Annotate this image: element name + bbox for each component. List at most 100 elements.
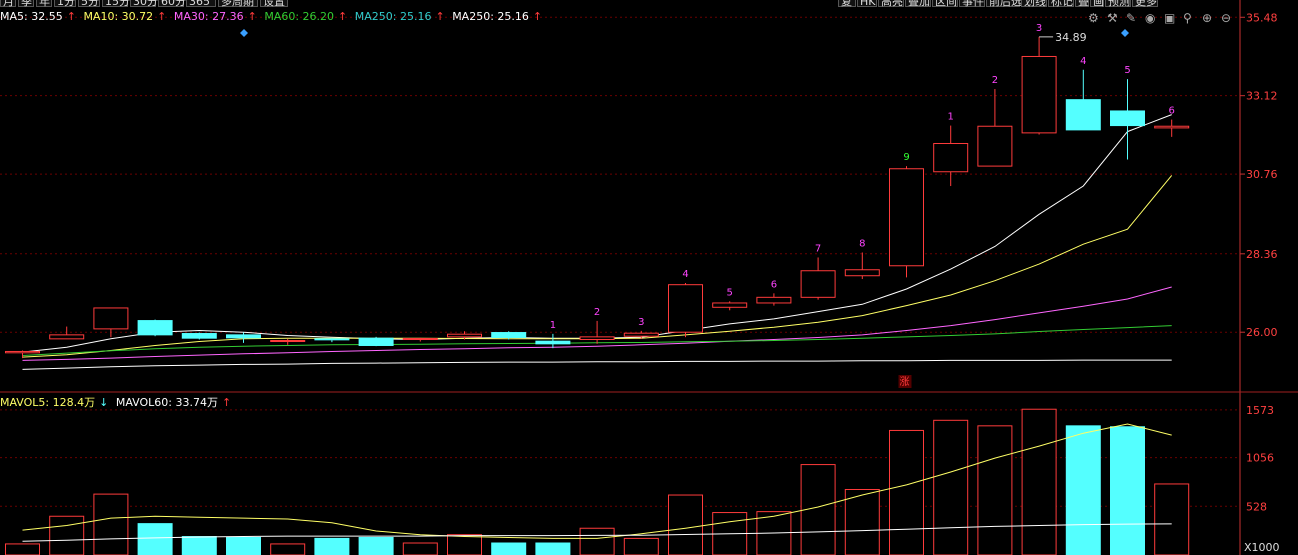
eye-icon[interactable]: ◉ bbox=[1145, 11, 1155, 25]
ma250a-legend: MA250: 25.16 ↑ bbox=[355, 10, 445, 23]
ma250-line bbox=[22, 359, 1172, 370]
candle-up bbox=[889, 168, 924, 267]
candle-down bbox=[314, 338, 350, 341]
bag-icon[interactable]: ▣ bbox=[1164, 11, 1175, 25]
tool-icon[interactable]: ⚒ bbox=[1107, 11, 1118, 25]
candle-up bbox=[402, 338, 438, 341]
candle-up bbox=[579, 336, 615, 341]
event-marker bbox=[1121, 29, 1129, 37]
candle-up bbox=[844, 269, 880, 277]
high-mark-label: 34.89 bbox=[1055, 31, 1087, 44]
ma10-legend: MA10: 30.72 ↑ bbox=[83, 10, 166, 23]
ma10-arrow: ↑ bbox=[157, 10, 167, 23]
volume-bar bbox=[402, 542, 438, 555]
ma5-legend: MA5: 32.55 ↑ bbox=[0, 10, 76, 23]
count-label: 6 bbox=[1169, 106, 1175, 117]
candle-down bbox=[358, 337, 394, 346]
mavol60-legend: MAVOL60: 33.74万 ↑ bbox=[116, 396, 231, 409]
event-marker bbox=[240, 29, 248, 37]
count-label: 2 bbox=[594, 307, 600, 318]
candle-up bbox=[49, 334, 85, 340]
ma10-value: MA10: 30.72 bbox=[83, 10, 154, 23]
volume-bar bbox=[270, 543, 306, 555]
candle-down bbox=[137, 320, 173, 336]
volume-bar bbox=[447, 534, 482, 555]
volume-ma-legend: MAVOL5: 128.4万 ↓ MAVOL60: 33.74万 ↑ bbox=[0, 394, 235, 410]
price-tick-label: 35.48 bbox=[1246, 11, 1278, 24]
ma30-arrow: ↑ bbox=[247, 10, 257, 23]
candle-up bbox=[5, 350, 40, 354]
mavol5-legend: MAVOL5: 128.4万 ↓ bbox=[0, 396, 108, 409]
volume-bar bbox=[668, 494, 703, 555]
ma5-value: MA5: 32.55 bbox=[0, 10, 63, 23]
volume-bars bbox=[5, 408, 1190, 555]
volume-bar bbox=[314, 537, 350, 555]
volume-tick-label: 1573 bbox=[1246, 404, 1274, 417]
plus-icon[interactable]: ⊕ bbox=[1202, 11, 1212, 25]
count-label: 7 bbox=[815, 243, 821, 254]
volume-bar bbox=[933, 419, 969, 555]
pen-icon[interactable]: ✎ bbox=[1126, 11, 1136, 25]
price-tick-label: 30.76 bbox=[1246, 168, 1278, 181]
count-label: 1 bbox=[948, 112, 954, 123]
volume-tick-label: 528 bbox=[1246, 500, 1267, 513]
ma250b-value: MA250: 25.16 bbox=[452, 10, 529, 23]
volume-bar bbox=[491, 542, 527, 555]
volume-bar bbox=[535, 542, 571, 555]
price-tick-label: 28.36 bbox=[1246, 248, 1278, 261]
count-label: 5 bbox=[727, 287, 733, 298]
candle-up bbox=[1021, 55, 1057, 134]
candle-down bbox=[181, 333, 217, 339]
candle-up bbox=[623, 332, 659, 337]
mavol5-value: MAVOL5: 128.4万 bbox=[0, 396, 96, 409]
mavol60-value: MAVOL60: 33.74万 bbox=[115, 396, 218, 409]
count-label: 6 bbox=[771, 279, 777, 290]
ma60-arrow: ↑ bbox=[338, 10, 348, 23]
signal-label: 涨 bbox=[900, 376, 910, 388]
count-label: 9 bbox=[903, 152, 909, 163]
minus-icon[interactable]: ⊖ bbox=[1221, 11, 1231, 25]
count-label: 4 bbox=[1080, 56, 1086, 67]
ma60-value: MA60: 26.20 bbox=[264, 10, 335, 23]
price-tick-label: 26.00 bbox=[1246, 326, 1278, 339]
ma5-arrow: ↑ bbox=[66, 10, 76, 23]
count-label: 5 bbox=[1124, 65, 1130, 76]
volume-bar bbox=[93, 493, 129, 555]
volume-bar bbox=[889, 429, 924, 555]
ma250a-value: MA250: 25.16 bbox=[354, 10, 432, 23]
mavol60-arrow: ↑ bbox=[221, 396, 232, 409]
ma250a-arrow: ↑ bbox=[435, 10, 445, 23]
candle-up bbox=[933, 143, 969, 173]
volume-bar bbox=[1021, 408, 1057, 555]
count-label: 3 bbox=[638, 317, 644, 328]
pin-icon[interactable]: ⚲ bbox=[1183, 11, 1192, 25]
candle-up bbox=[1154, 125, 1190, 129]
price-ma-legend: MA5: 32.55 ↑ MA10: 30.72 ↑ MA30: 27.36 ↑ MA… bbox=[0, 10, 546, 23]
volume-bar bbox=[623, 537, 659, 555]
volume-bar bbox=[1065, 425, 1101, 555]
candle-up bbox=[712, 302, 748, 308]
ma250b-arrow: ↑ bbox=[532, 10, 543, 23]
candle-down bbox=[535, 340, 571, 345]
candle-up bbox=[800, 270, 836, 298]
count-label: 2 bbox=[992, 75, 998, 86]
volume-bar bbox=[5, 543, 40, 555]
candle-up bbox=[270, 340, 306, 343]
volume-bar bbox=[579, 527, 615, 555]
price-axis: 35.4833.1230.7628.3626.0015731056528X100… bbox=[0, 0, 1298, 555]
ma30-legend: MA30: 27.36 ↑ bbox=[174, 10, 257, 23]
candle-up bbox=[447, 333, 482, 338]
candle-down bbox=[1065, 99, 1101, 131]
candle-up bbox=[977, 125, 1013, 167]
ma60-legend: MA60: 26.20 ↑ bbox=[264, 10, 347, 23]
ma250b-legend: MA250: 25.16 ↑ bbox=[452, 10, 542, 23]
volume-bar bbox=[977, 425, 1013, 555]
mavol5-arrow: ↓ bbox=[99, 396, 109, 409]
volume-bar bbox=[181, 536, 217, 555]
candle-down bbox=[491, 332, 527, 339]
count-label: 3 bbox=[1036, 23, 1042, 34]
ma30-value: MA30: 27.36 bbox=[173, 10, 244, 23]
candle-up bbox=[93, 307, 129, 330]
gear-icon[interactable]: ⚙ bbox=[1088, 11, 1099, 25]
count-label: 1 bbox=[550, 320, 556, 331]
